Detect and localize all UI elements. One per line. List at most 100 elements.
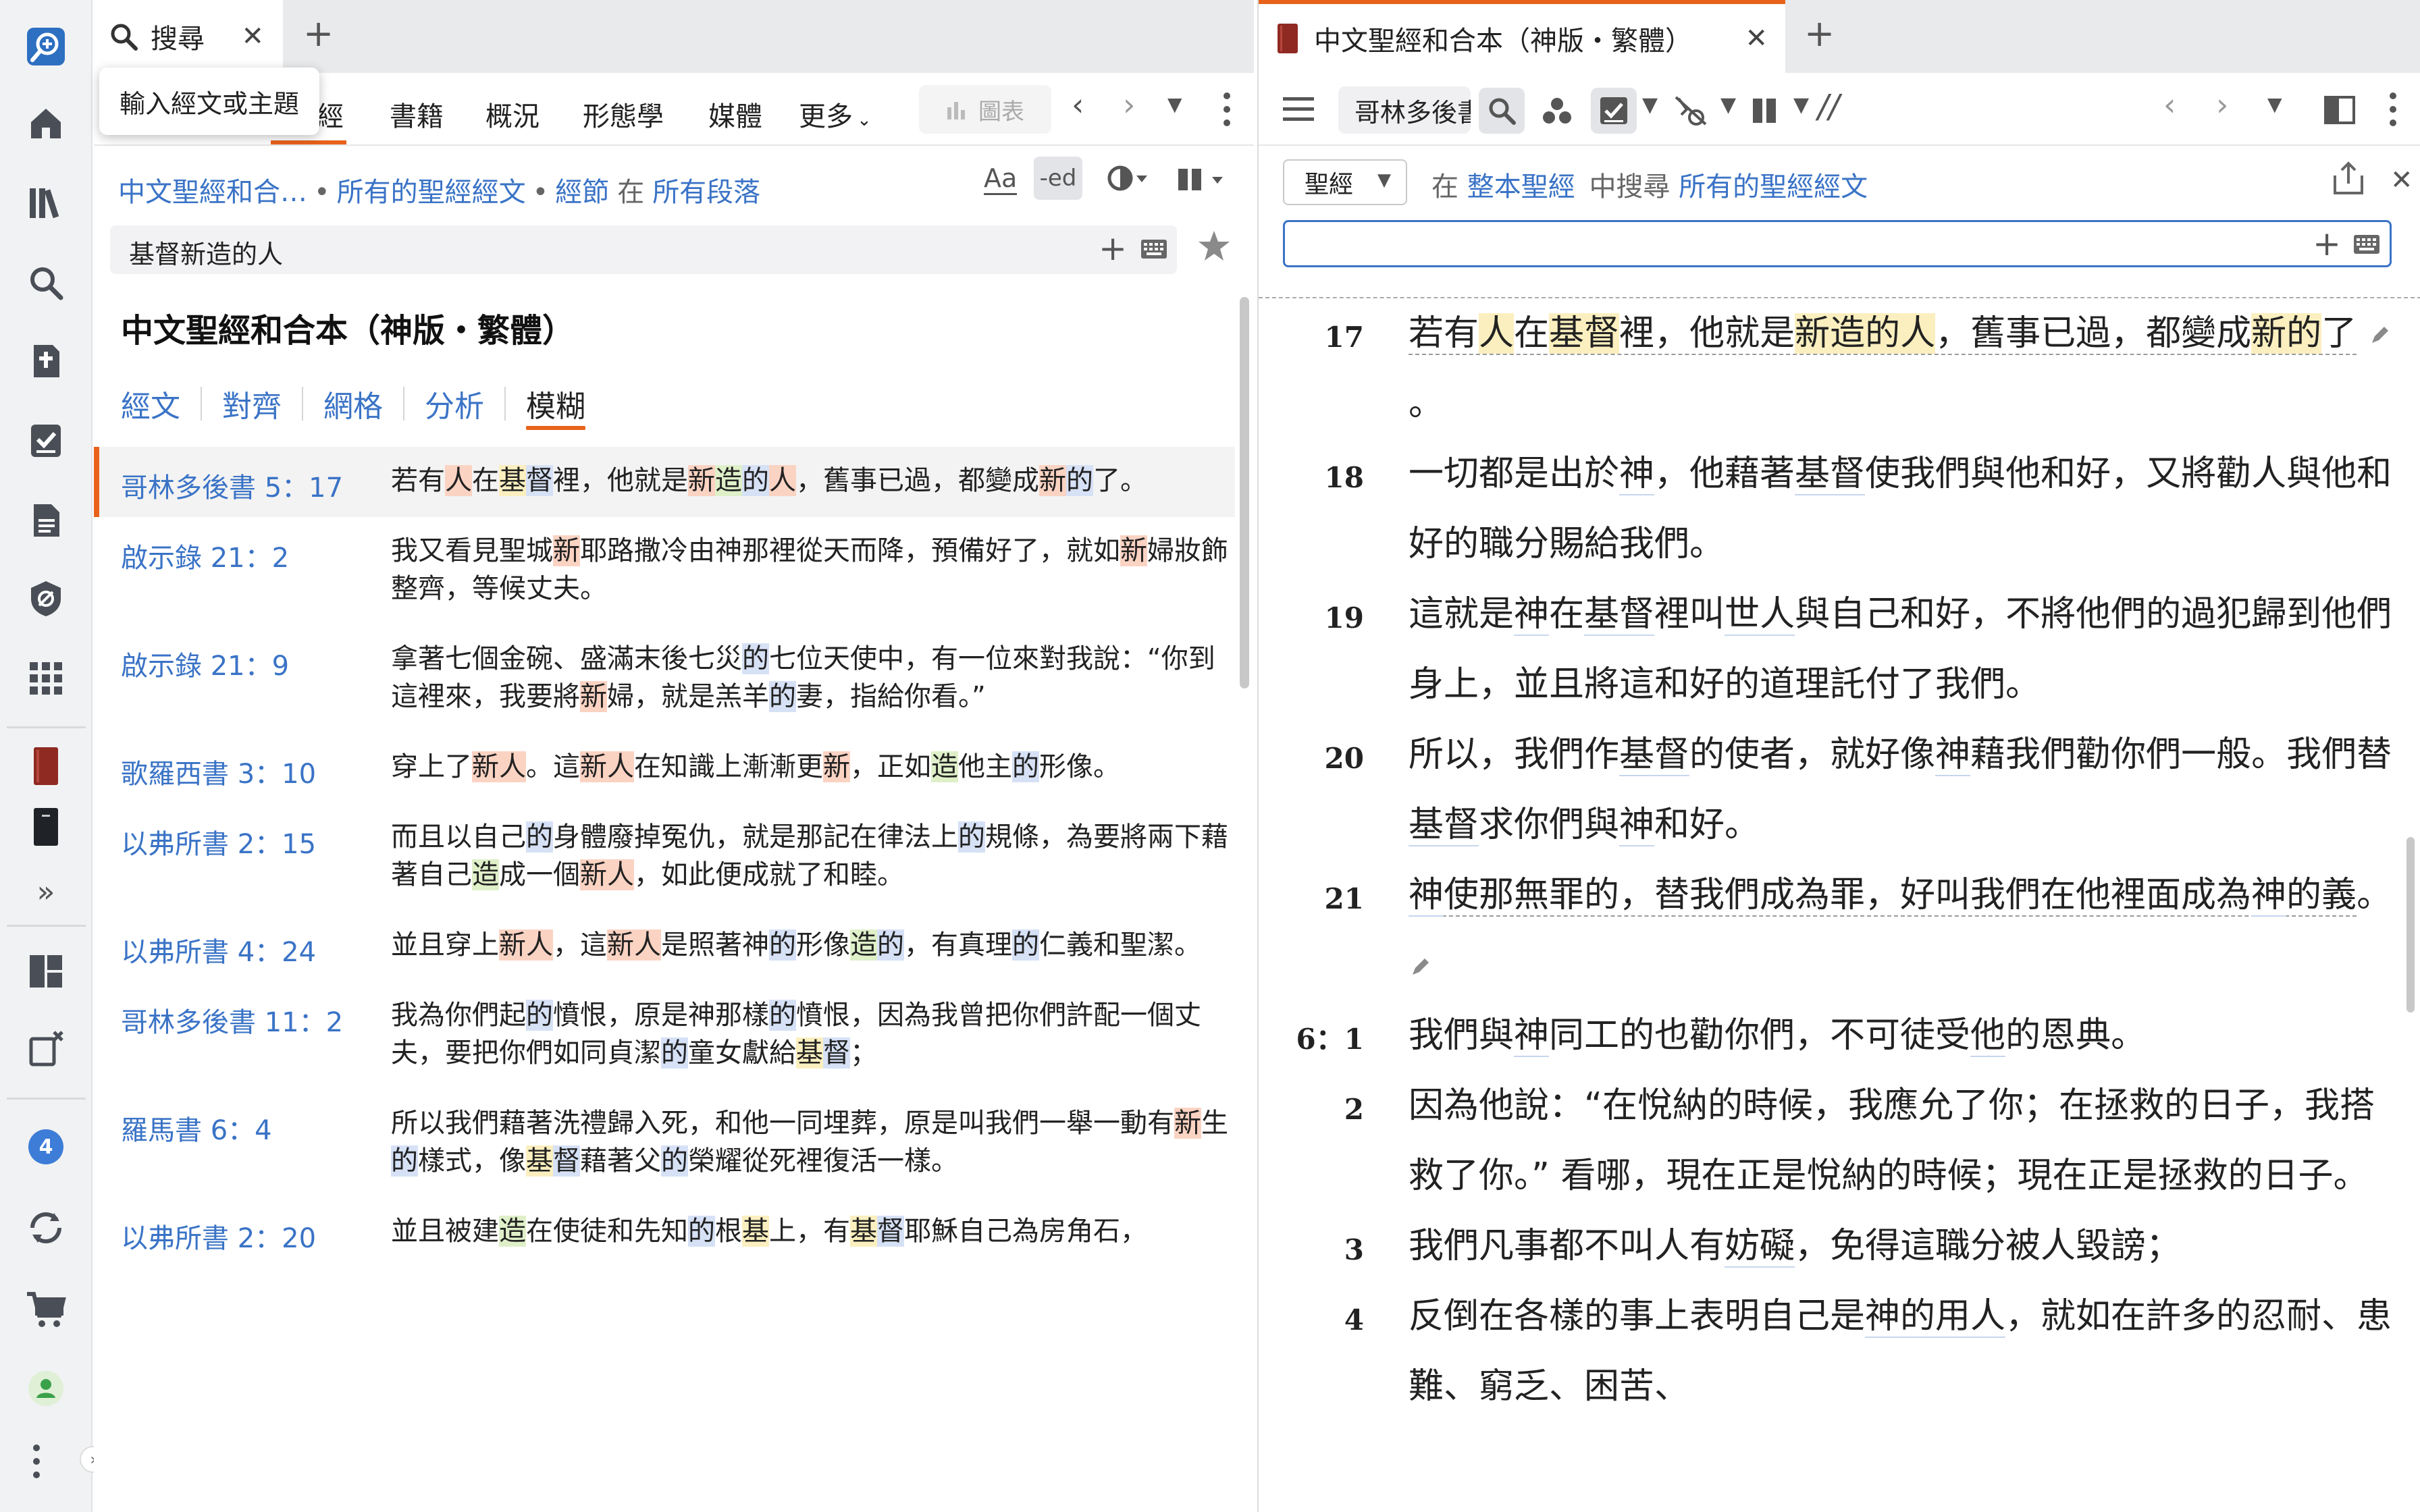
in-resource-search-input[interactable]: + — [1283, 220, 2392, 267]
verse-number[interactable]: 21 — [1259, 864, 1364, 934]
columns-icon[interactable] — [1177, 166, 1226, 193]
search-range-link[interactable]: 整本聖經 — [1467, 171, 1575, 202]
tab-morphology[interactable]: 形態學 — [583, 94, 664, 134]
add-tab-icon[interactable]: + — [303, 12, 334, 55]
panel-menu-icon[interactable] — [2389, 92, 2397, 127]
result-reference-link[interactable]: 啟示錄 21：2 — [121, 517, 391, 625]
tab-analysis[interactable]: 分析 — [404, 387, 506, 424]
tab-media[interactable]: 媒體 — [708, 94, 762, 134]
scope-field-link[interactable]: 所有段落 — [652, 177, 760, 208]
result-reference-link[interactable]: 啟示錄 21：9 — [121, 625, 391, 733]
word-forms-button[interactable]: -ed — [1034, 157, 1082, 200]
bible-book-red-icon[interactable] — [22, 742, 70, 790]
highlighting-icon[interactable] — [1591, 88, 1637, 134]
highlighting-dropdown-icon[interactable]: ▼ — [1642, 93, 1658, 117]
hamburger-menu-icon[interactable] — [1283, 96, 1314, 123]
verse-number[interactable]: 3 — [1259, 1215, 1364, 1285]
close-tab-icon[interactable]: ✕ — [241, 21, 264, 52]
layouts-icon[interactable] — [22, 948, 70, 995]
result-reference-link[interactable]: 哥林多後書 5：17 — [121, 447, 391, 517]
history-dropdown-icon[interactable]: ▼ — [1167, 93, 1182, 115]
bible-tab[interactable]: 中文聖經和合本（神版・繁體） ✕ — [1259, 0, 1785, 73]
split-view-icon[interactable] — [2324, 96, 2355, 124]
chevron-left-icon[interactable]: ‹ — [1072, 86, 1084, 123]
panel-menu-icon[interactable] — [1223, 92, 1231, 127]
result-reference-link[interactable]: 以弗所書 2：20 — [121, 1197, 391, 1268]
tab-text[interactable]: 經文 — [121, 387, 202, 424]
search-input[interactable]: 基督新造的人 + — [110, 225, 1177, 274]
add-term-icon[interactable]: + — [1099, 230, 1127, 267]
results-scrollbar[interactable] — [1240, 297, 1249, 688]
add-term-icon[interactable]: + — [2313, 223, 2341, 264]
result-row[interactable]: 啟示錄 21：9 拿著七個金碗、盛滿末後七災的七位天使中，有一位來對我說：“你到… — [94, 625, 1235, 733]
close-search-icon[interactable]: ✕ — [2390, 165, 2413, 196]
search-icon[interactable] — [22, 259, 70, 306]
chevron-left-icon[interactable]: ‹ — [2163, 86, 2176, 123]
chevron-right-icon[interactable]: › — [1123, 86, 1135, 123]
bible-verse[interactable]: 19 這就是神在基督裡叫世人與自己和好，不將他們的過犯歸到他們身上，並且將這和好… — [1259, 579, 2420, 720]
note-pencil-icon[interactable] — [2368, 324, 2391, 347]
tab-more[interactable]: 更多 ⌄ — [799, 94, 872, 134]
result-reference-link[interactable]: 羅馬書 6：4 — [121, 1089, 391, 1197]
display-options-icon[interactable] — [1107, 163, 1150, 193]
sync-icon[interactable] — [22, 1204, 70, 1251]
cart-icon[interactable] — [22, 1285, 70, 1332]
search-icon[interactable] — [1479, 88, 1525, 134]
result-row[interactable]: 以弗所書 2：20 並且被建造在使徒和先知的根基上，有基督耶穌自己為房角石， — [94, 1197, 1235, 1268]
share-icon[interactable] — [2331, 159, 2366, 197]
scope-passages-link[interactable]: 所有的聖經經文 — [337, 177, 526, 208]
result-row[interactable]: 以弗所書 2：15 而且以自己的身體廢掉冤仇，就是那記在律法上的規條，為要將兩下… — [94, 803, 1235, 911]
add-tab-icon[interactable]: + — [1804, 12, 1835, 55]
columns-dropdown-icon[interactable]: ▼ — [1793, 93, 1809, 117]
tab-grid[interactable]: 網格 — [303, 387, 404, 424]
document-icon[interactable] — [22, 497, 70, 544]
bible-verse[interactable]: 2 因為他說：“在悅納的時候，我應允了你；在拯救的日子，我搭救了你。” 看哪，現… — [1259, 1071, 2420, 1211]
tab-books[interactable]: 書籍 — [390, 94, 444, 134]
verse-number[interactable]: 4 — [1259, 1285, 1364, 1355]
visual-filters-icon[interactable] — [1534, 88, 1580, 134]
tab-aligned[interactable]: 對齊 — [202, 387, 303, 424]
scope-resource-link[interactable]: 中文聖經和合… — [118, 177, 307, 208]
more-vertical-icon[interactable] — [23, 1438, 50, 1485]
home-icon[interactable] — [22, 100, 70, 147]
tab-fuzzy[interactable]: 模糊 — [506, 387, 606, 430]
expand-icon[interactable]: » — [22, 868, 70, 915]
bible-verse[interactable]: 17 若有人在基督裡，他就是新造的人，舊事已過，都變成新的了 。 — [1259, 297, 2420, 439]
match-case-button[interactable]: Aa — [984, 163, 1018, 195]
bible-verse[interactable]: 21 神使那無罪的，替我們成為罪，好叫我們在他裡面成為神的義。 — [1259, 860, 2420, 1000]
close-tab-icon[interactable]: ✕ — [1745, 23, 1768, 54]
search-tab[interactable]: 搜尋 ✕ — [94, 0, 283, 73]
result-reference-link[interactable]: 以弗所書 4：24 — [121, 911, 391, 981]
chart-button[interactable]: 圖表 — [919, 85, 1051, 134]
reference-input[interactable]: 哥林多後書 5： — [1338, 86, 1471, 134]
bible-verse[interactable]: 3 我們凡事都不叫人有妨礙，免得這職分被人毀謗； — [1259, 1211, 2420, 1281]
scope-unit-link[interactable]: 經節 — [555, 177, 609, 208]
bible-verse[interactable]: 6：1 我們與神同工的也勸你們，不可徒受他的恩典。 — [1259, 1000, 2420, 1071]
passage-guide-icon[interactable] — [22, 338, 70, 385]
bible-verse[interactable]: 20 所以，我們作基督的使者，就好像神藉我們勸你們一般。我們替基督求你們與神和好… — [1259, 720, 2420, 860]
note-pencil-icon[interactable] — [1409, 956, 1431, 979]
keyboard-icon[interactable] — [2353, 234, 2380, 254]
bible-scrollbar[interactable] — [2406, 837, 2415, 1013]
library-icon[interactable] — [22, 180, 70, 227]
result-row[interactable]: 羅馬書 6：4 所以我們藉著洗禮歸入死，和他一同埋葬，原是叫我們一舉一動有新生的… — [94, 1089, 1235, 1197]
verse-number[interactable]: 20 — [1259, 724, 1364, 794]
apps-grid-icon[interactable] — [22, 655, 70, 702]
star-icon[interactable] — [1196, 228, 1232, 265]
inline-notes-icon[interactable] — [1668, 88, 1714, 134]
chevron-right-icon[interactable]: › — [2216, 86, 2228, 123]
parallel-resources-button[interactable]: // — [1818, 88, 1839, 126]
result-reference-link[interactable]: 歌羅西書 3：10 — [121, 733, 391, 803]
result-row[interactable]: 歌羅西書 3：10 穿上了新人。這新人在知識上漸漸更新，正如造他主的形像。 — [94, 733, 1235, 803]
checklist-icon[interactable] — [22, 417, 70, 464]
shield-icon[interactable] — [22, 575, 70, 622]
history-dropdown-icon[interactable]: ▼ — [2267, 93, 2282, 115]
tab-bible-partial[interactable]: 經 — [317, 94, 344, 134]
verse-number[interactable]: 17 — [1259, 302, 1364, 373]
verse-number[interactable]: 18 — [1259, 443, 1364, 513]
result-row[interactable]: 啟示錄 21：2 我又看見聖城新耶路撒冷由神那裡從天而降，預備好了，就如新婦妝飾… — [94, 517, 1235, 625]
bible-verse[interactable]: 18 一切都是出於神，他藉著基督使我們與他和好，又將勸人與他和好的職分賜給我們。 — [1259, 439, 2420, 579]
app-logo-icon[interactable] — [22, 23, 70, 70]
result-row[interactable]: 哥林多後書 11：2 我為你們起的憤恨，原是神那樣的憤恨，因為我曾把你們許配一個… — [94, 981, 1235, 1089]
keyboard-icon[interactable] — [1140, 239, 1167, 259]
